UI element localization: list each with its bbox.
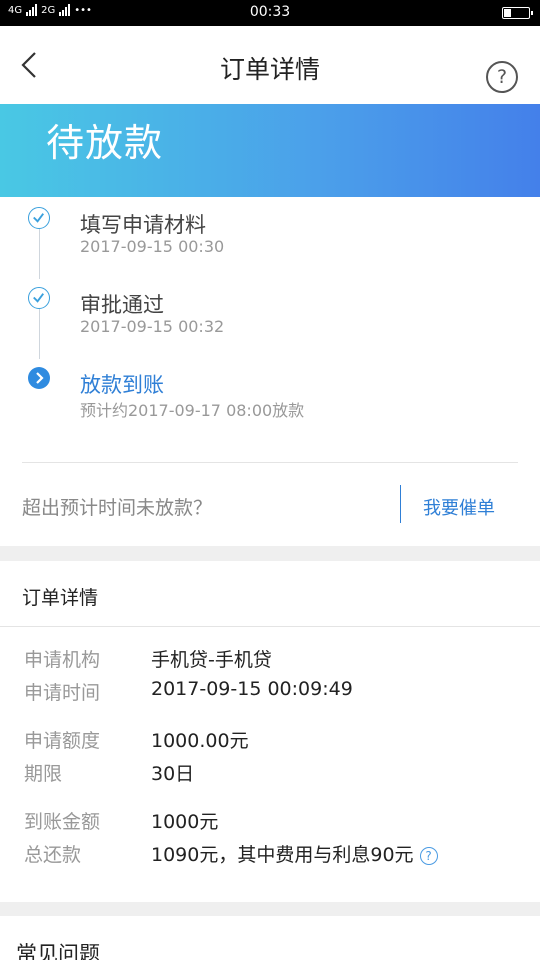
timeline-connector: [39, 229, 40, 279]
faq-section-header[interactable]: 常见问题: [0, 916, 540, 960]
section-gap: [0, 902, 540, 916]
detail-row: 到账金额 1000元: [0, 807, 540, 837]
detail-value: 30日: [151, 763, 195, 785]
progress-timeline: 填写申请材料 2017-09-15 00:30 审批通过 2017-09-15 …: [0, 197, 540, 463]
timeline-step-title: 放款到账: [80, 373, 164, 397]
chevron-right-circle-icon: [28, 367, 50, 389]
order-status-title: 待放款: [46, 121, 164, 165]
section-gap: [0, 546, 540, 561]
status-bar: 4G 2G ••• 00:33: [0, 0, 540, 26]
question-circle-icon: ?: [496, 66, 508, 88]
check-circle-icon: [28, 207, 50, 229]
status-time: 00:33: [249, 4, 291, 20]
nav-bar: 订单详情 ?: [0, 26, 540, 104]
order-detail-list: 申请机构 手机贷-手机贷 申请时间 2017-09-15 00:09:49 申请…: [0, 627, 540, 902]
help-button[interactable]: ?: [486, 61, 518, 93]
timeline-connector: [39, 309, 40, 359]
timeline-step-time: 预计约2017-09-17 08:00放款: [80, 401, 305, 420]
urge-question: 超出预计时间未放款？: [22, 497, 213, 519]
timeline-step-time: 2017-09-15 00:32: [80, 317, 225, 336]
detail-value: 1090元，其中费用与利息90元: [151, 844, 414, 866]
detail-section-header: 订单详情: [0, 561, 540, 627]
detail-label: 总还款: [24, 844, 82, 866]
detail-value: 1000元: [151, 811, 219, 833]
detail-label: 申请机构: [24, 649, 101, 671]
detail-label: 申请额度: [24, 730, 101, 752]
detail-label: 申请时间: [24, 682, 101, 704]
detail-row: 申请机构 手机贷-手机贷: [0, 645, 540, 675]
detail-row: 总还款 1090元，其中费用与利息90元?: [0, 840, 540, 870]
detail-label: 到账金额: [24, 811, 101, 833]
detail-row: 申请时间 2017-09-15 00:09:49: [0, 678, 540, 708]
battery-icon: [502, 7, 533, 19]
detail-row: 期限 30日: [0, 759, 540, 789]
status-banner: 待放款: [0, 104, 540, 197]
detail-value: 2017-09-15 00:09:49: [151, 678, 353, 700]
timeline-step-title: 填写申请材料: [80, 213, 206, 237]
timeline-step-time: 2017-09-15 00:30: [80, 237, 225, 256]
detail-value: 1000.00元: [151, 730, 249, 752]
detail-row: 申请额度 1000.00元: [0, 726, 540, 756]
timeline-step-title: 审批通过: [80, 293, 164, 317]
urge-separator: [400, 485, 401, 523]
faq-title: 常见问题: [16, 942, 100, 960]
detail-section-title: 订单详情: [22, 587, 99, 609]
urge-row: 超出预计时间未放款？ 我要催单: [0, 463, 540, 546]
page-title: 订单详情: [219, 55, 320, 84]
check-circle-icon: [28, 287, 50, 309]
urge-button[interactable]: 我要催单: [423, 494, 495, 520]
detail-label: 期限: [24, 763, 63, 785]
detail-value-repayment: 1090元，其中费用与利息90元?: [151, 840, 438, 867]
detail-value: 手机贷-手机贷: [151, 649, 272, 671]
info-question-icon[interactable]: ?: [419, 846, 438, 865]
